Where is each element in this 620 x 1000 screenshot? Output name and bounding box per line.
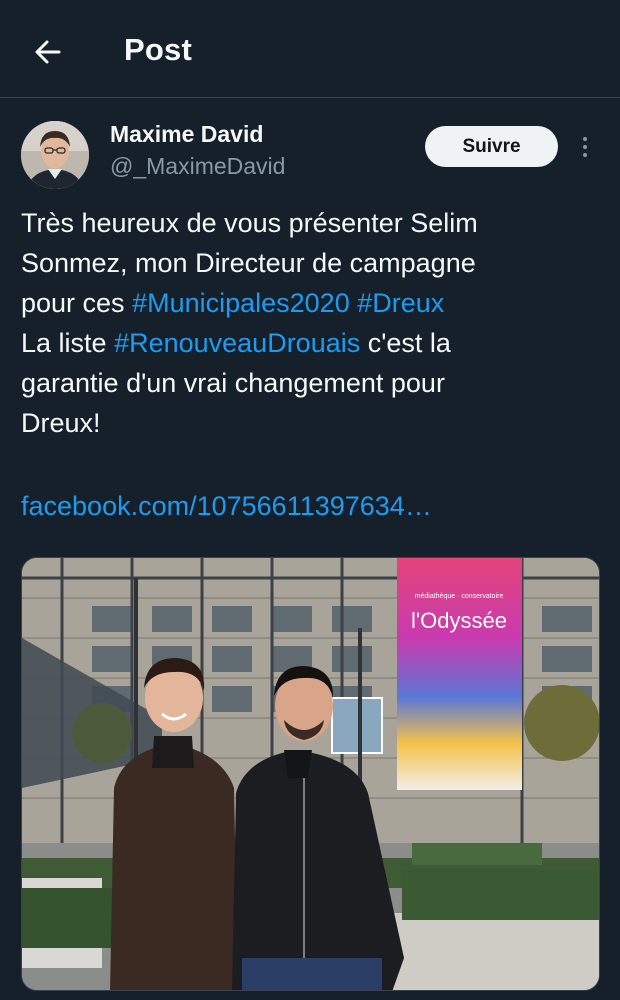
tweet-text-segment: Dreux! (21, 408, 101, 438)
tweet-link[interactable]: facebook.com/10756611397634… (21, 486, 432, 526)
tweet-line: Dreux! (21, 403, 601, 443)
author-handle[interactable]: @_MaximeDavid (110, 153, 285, 180)
top-bar: Post (0, 0, 620, 98)
tweet-text-segment: garantie d'un vrai changement pour (21, 368, 445, 398)
more-options-icon[interactable] (574, 132, 596, 162)
tweet-text-segment: c'est la (360, 328, 451, 358)
dot (583, 137, 587, 141)
dot (583, 145, 587, 149)
photo-image: médiathèque · conservatoire l'Odyssée (22, 558, 599, 990)
follow-button[interactable]: Suivre (425, 126, 558, 167)
tweet-text-segment: Sonmez, mon Directeur de campagne (21, 248, 476, 278)
tweet-text: Très heureux de vous présenter Selim Sonm… (21, 203, 601, 443)
tweet-line: Très heureux de vous présenter Selim (21, 203, 601, 243)
tweet-text-segment: pour ces (21, 288, 133, 318)
avatar-image (21, 121, 89, 189)
hashtag-link[interactable]: #Municipales2020 (132, 288, 350, 318)
tweet-line: Sonmez, mon Directeur de campagne (21, 243, 601, 283)
tweet-line: pour ces #Municipales2020 #Dreux (21, 283, 601, 323)
tweet-text-segment: La liste (21, 328, 115, 358)
arrow-left-icon (35, 40, 61, 64)
avatar[interactable] (21, 121, 89, 189)
page-title: Post (124, 32, 192, 67)
hashtag-link[interactable]: #Dreux (357, 288, 444, 318)
hashtag-link[interactable]: #RenouveauDrouais (114, 328, 360, 358)
tweet-line: La liste #RenouveauDrouais c'est la (21, 323, 601, 363)
banner-small-text: médiathèque · conservatoire (415, 593, 504, 600)
tweet-line: garantie d'un vrai changement pour (21, 363, 601, 403)
author-name[interactable]: Maxime David (110, 121, 263, 148)
banner-text: l'Odyssée (411, 608, 507, 633)
tweet-text-segment: Très heureux de vous présenter Selim (21, 208, 478, 238)
dot (583, 153, 587, 157)
back-button[interactable] (26, 30, 70, 74)
tweet-photo[interactable]: médiathèque · conservatoire l'Odyssée (21, 557, 600, 991)
